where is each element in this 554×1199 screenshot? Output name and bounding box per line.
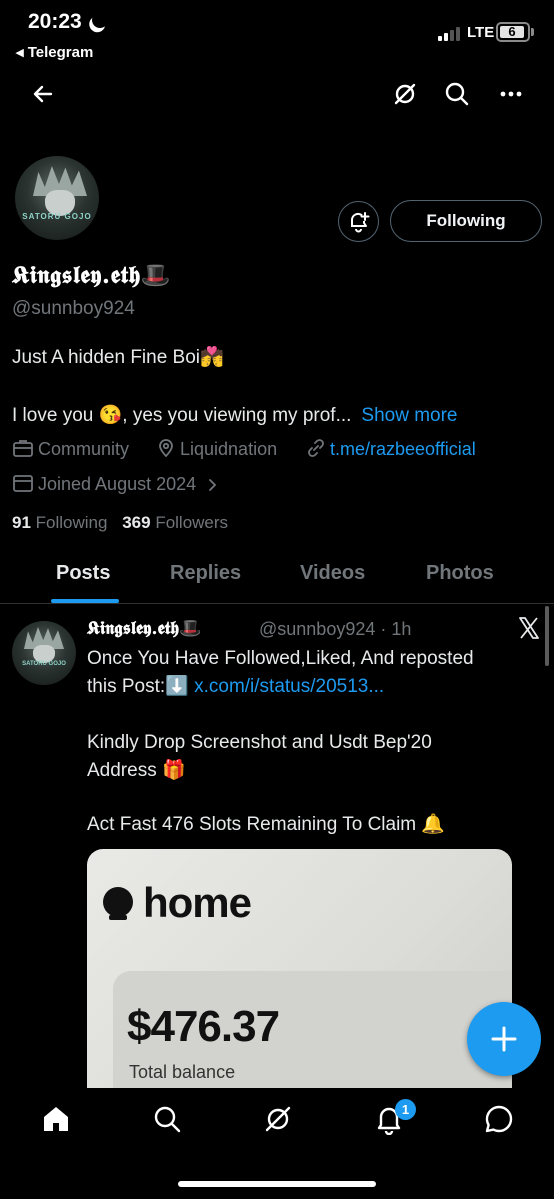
x-logo-icon: [519, 617, 539, 639]
search-icon[interactable]: [441, 78, 473, 110]
arrow-left-icon[interactable]: [27, 78, 59, 110]
status-time: 20:23: [28, 10, 82, 33]
following-button[interactable]: Following: [390, 200, 542, 242]
show-more-link[interactable]: Show more: [361, 405, 457, 426]
following-count: 91: [12, 513, 31, 532]
home-icon[interactable]: [40, 1103, 72, 1135]
moon-icon: [90, 10, 111, 31]
follow-counts: 91 Following 369 Followers: [12, 513, 228, 533]
briefcase-icon: [13, 440, 33, 457]
notifications-badge: 1: [395, 1099, 416, 1120]
battery-level: 6: [500, 25, 524, 38]
tweet-line4: Address 🎁: [87, 760, 186, 781]
following-count-link[interactable]: 91 Following: [12, 513, 107, 532]
tweet-avatar[interactable]: SATORU GOJO: [12, 621, 76, 685]
avatar-text: SATORU GOJO: [22, 661, 66, 667]
home-logo-base: [109, 915, 127, 920]
tweet-status-link[interactable]: x.com/i/status/20513...: [194, 676, 384, 697]
status-bar: 20:23 ◂ Telegram LTE 6: [0, 0, 554, 70]
compose-button[interactable]: [467, 1002, 541, 1076]
tab-replies[interactable]: Replies: [170, 562, 241, 585]
avatar-text: SATORU GOJO: [22, 212, 92, 221]
tweet-media-image[interactable]: home $476.37 Total balance: [87, 849, 512, 1089]
more-icon[interactable]: [495, 78, 527, 110]
plus-icon: [491, 1026, 517, 1052]
tab-photos[interactable]: Photos: [426, 562, 494, 585]
following-label: Following: [35, 513, 108, 532]
tweet-line5: Act Fast 476 Slots Remaining To Claim 🔔: [87, 814, 446, 835]
profile-bio-line1: Just A hidden Fine Boi💏: [12, 347, 224, 368]
tweet-line2-text: this Post:⬇️: [87, 676, 195, 697]
profile-location: Liquidnation: [156, 438, 277, 460]
bell-plus-icon: [350, 212, 370, 233]
location-pin-icon: [159, 439, 173, 458]
network-type: LTE: [467, 24, 495, 41]
scrollbar[interactable]: [545, 606, 549, 666]
link-icon: [308, 439, 324, 457]
home-indicator[interactable]: [178, 1181, 376, 1187]
notify-button[interactable]: [338, 201, 379, 242]
profile-link-text[interactable]: t.me/razbeeofficial: [330, 439, 476, 459]
location-label: Liquidnation: [180, 439, 278, 459]
chevron-right-icon: [209, 479, 217, 491]
tweet-handle-time: @sunnboy924 · 1h: [259, 619, 412, 639]
tab-videos[interactable]: Videos: [300, 562, 365, 585]
media-amount: $476.37: [127, 1002, 280, 1051]
media-caption: Total balance: [129, 1062, 236, 1082]
tab-divider: [0, 603, 554, 604]
message-icon[interactable]: [483, 1103, 515, 1135]
media-brand: home: [143, 879, 252, 926]
profile-name: 𝕶𝖎𝖓𝖌𝖘𝖑𝖊𝖞.𝖊𝖙𝖍🎩: [12, 260, 172, 289]
tweet-line2: this Post:⬇️ x.com/i/status/20513...: [87, 673, 384, 701]
tweet-author-name[interactable]: 𝕶𝖎𝖓𝖌𝖘𝖑𝖊𝖞.𝖊𝖙𝖍🎩: [87, 618, 202, 639]
followers-count-link[interactable]: 369 Followers: [122, 513, 228, 532]
calendar-icon: [13, 475, 33, 492]
back-to-app-link[interactable]: ◂ Telegram: [16, 43, 93, 61]
profile-category: Community: [12, 438, 129, 460]
profile-link[interactable]: t.me/razbeeofficial: [306, 438, 476, 460]
battery-icon: 6: [496, 22, 530, 42]
profile-avatar[interactable]: SATORU GOJO: [12, 153, 102, 243]
bio-text: I love you 😘, yes you viewing my prof...: [12, 405, 352, 426]
grok-icon[interactable]: [389, 78, 421, 110]
tab-posts[interactable]: Posts: [56, 562, 110, 585]
joined-label: Joined August 2024: [38, 474, 197, 494]
profile-bio-line2: I love you 😘, yes you viewing my prof...…: [12, 403, 458, 427]
profile-handle: @sunnboy924: [12, 298, 135, 319]
home-logo-icon: [103, 887, 133, 917]
category-label: Community: [38, 439, 130, 459]
followers-label: Followers: [155, 513, 229, 532]
signal-icon: [438, 25, 462, 41]
tweet-line1: Once You Have Followed,Liked, And repost…: [87, 648, 474, 669]
tweet-line3: Kindly Drop Screenshot and Usdt Bep'20: [87, 732, 432, 753]
battery-tip: [531, 28, 534, 36]
followers-count: 369: [122, 513, 151, 532]
profile-joined[interactable]: Joined August 2024: [12, 473, 225, 495]
grok-icon[interactable]: [262, 1103, 294, 1135]
search-icon[interactable]: [151, 1103, 183, 1135]
